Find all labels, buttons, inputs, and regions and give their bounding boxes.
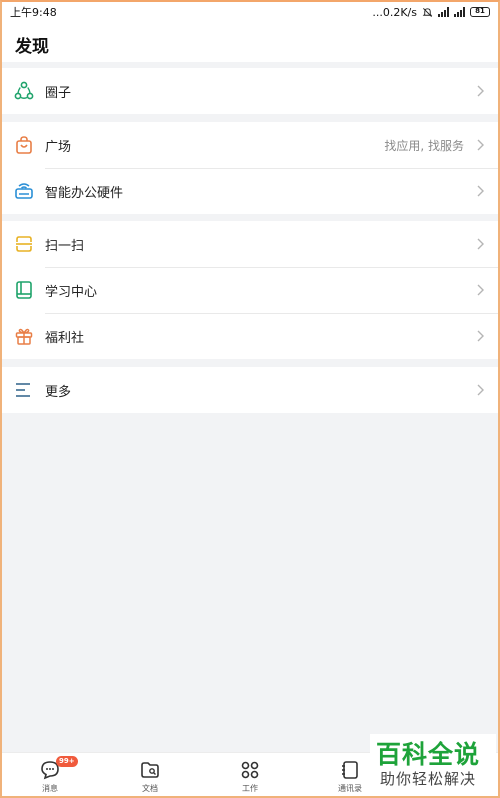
scan-icon — [16, 236, 32, 252]
tab-label: 文档 — [142, 784, 158, 793]
menu-item-circle[interactable]: 圈子 — [0, 68, 500, 114]
chevron-right-icon — [477, 284, 484, 296]
menu-item-welfare[interactable]: 福利社 — [0, 313, 500, 359]
menu-item-label: 学习中心 — [45, 285, 98, 300]
circle-nodes-icon — [14, 81, 34, 100]
status-bar: 上午9:48 ...0.2K/s 81 — [0, 0, 500, 24]
chevron-right-icon — [477, 85, 484, 97]
menu-item-label: 福利社 — [45, 331, 85, 346]
book-icon — [16, 281, 32, 299]
chevron-right-icon — [477, 384, 484, 396]
menu-group-plaza: 广场 找应用, 找服务 智能办公硬件 — [0, 122, 500, 214]
watermark-subtitle: 助你轻松解决 — [380, 770, 477, 788]
tab-messages[interactable]: 99+ 消息 — [0, 753, 100, 798]
folder-icon — [141, 762, 159, 778]
menu-group-circle: 圈子 — [0, 68, 500, 114]
battery-indicator: 81 — [470, 7, 490, 17]
gift-icon — [15, 328, 33, 345]
signal-2-icon — [454, 7, 465, 17]
menu-group-more: 更多 — [0, 367, 500, 413]
page-title: 发现 — [15, 37, 49, 57]
grid-icon — [241, 761, 259, 779]
shopping-bag-icon — [16, 136, 32, 154]
menu-item-smart-office-hardware[interactable]: 智能办公硬件 — [0, 168, 500, 214]
status-time: 上午9:48 — [10, 6, 57, 19]
unread-badge: 99+ — [56, 756, 78, 767]
chevron-right-icon — [477, 330, 484, 342]
tab-label: 消息 — [42, 784, 58, 793]
chevron-right-icon — [477, 238, 484, 250]
mute-bell-icon — [422, 7, 433, 17]
chevron-right-icon — [477, 139, 484, 151]
menu-item-label: 更多 — [45, 385, 72, 400]
tab-work[interactable]: 工作 — [200, 753, 300, 798]
menu-item-scan[interactable]: 扫一扫 — [0, 221, 500, 267]
menu-item-plaza[interactable]: 广场 找应用, 找服务 — [0, 122, 500, 168]
menu-item-label: 圈子 — [45, 86, 72, 101]
signal-icon — [438, 7, 449, 17]
menu-item-hint: 找应用, 找服务 — [384, 139, 464, 153]
menu-lines-icon — [16, 383, 30, 397]
wifi-device-icon — [15, 183, 33, 199]
menu-item-more[interactable]: 更多 — [0, 367, 500, 413]
contacts-book-icon — [342, 761, 358, 779]
tab-documents[interactable]: 文档 — [100, 753, 200, 798]
watermark: 百科全说 助你轻松解决 — [370, 734, 496, 794]
tab-label: 工作 — [242, 784, 258, 793]
menu-item-label: 智能办公硬件 — [45, 186, 124, 201]
menu-group-tools: 扫一扫 学习中心 福利社 — [0, 221, 500, 359]
chevron-right-icon — [477, 185, 484, 197]
menu-item-learning-center[interactable]: 学习中心 — [0, 267, 500, 313]
page-header: 发现 — [0, 24, 500, 62]
watermark-title: 百科全说 — [376, 740, 481, 769]
menu-item-label: 扫一扫 — [45, 239, 85, 254]
menu-item-label: 广场 — [45, 140, 72, 155]
status-indicators: ...0.2K/s 81 — [372, 6, 490, 19]
network-speed: ...0.2K/s — [372, 5, 417, 19]
